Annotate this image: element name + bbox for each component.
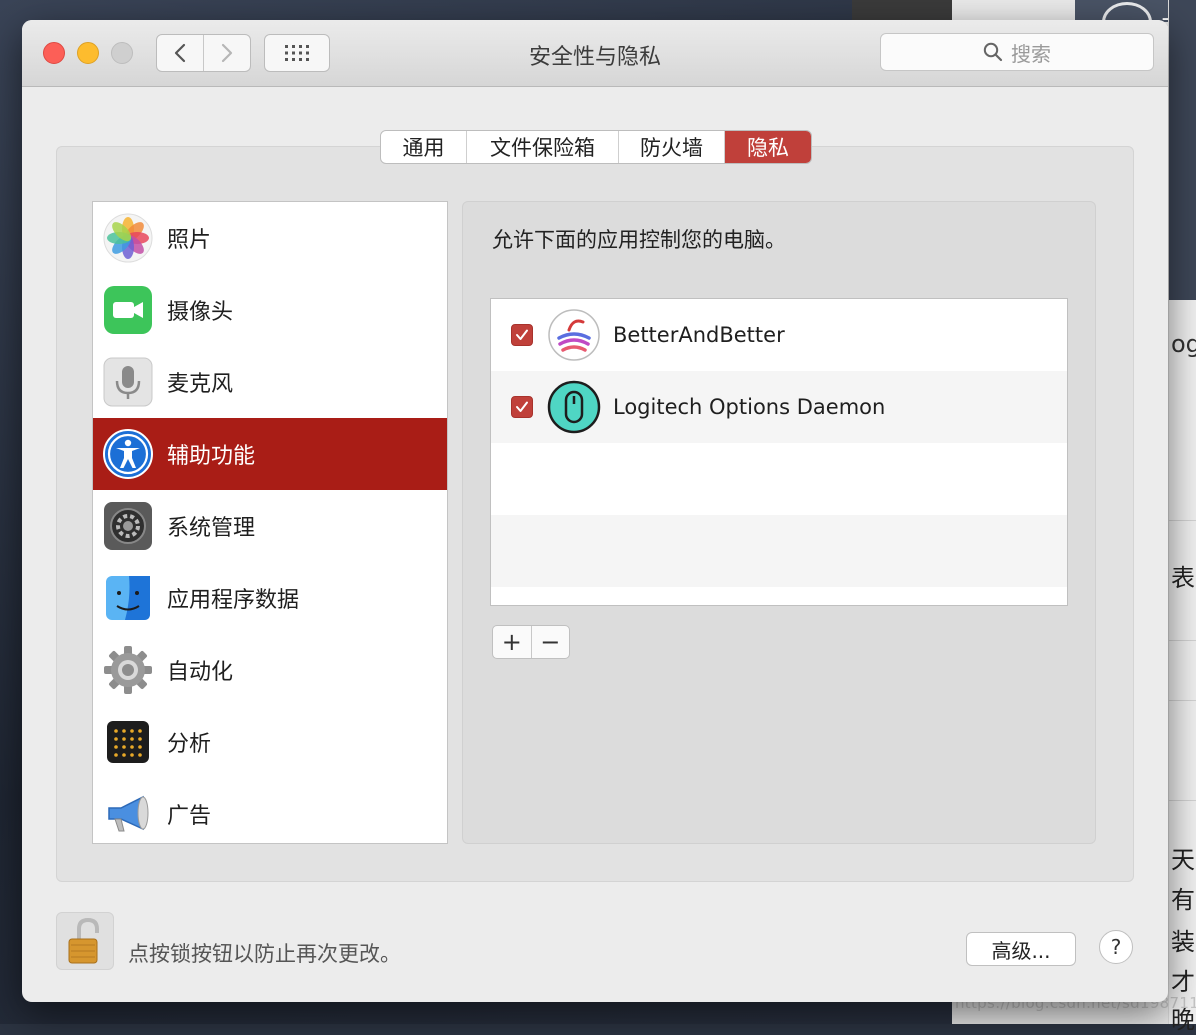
add-app-button[interactable]: + (493, 626, 531, 658)
tab-firewall[interactable]: 防火墙 (619, 131, 725, 163)
sidebar-item-label: 摄像头 (167, 300, 234, 325)
unlocked-padlock-icon (68, 917, 99, 964)
sidebar-item-label: 自动化 (167, 660, 234, 685)
app-checkbox[interactable] (511, 324, 533, 346)
megaphone-icon (103, 789, 153, 839)
sidebar-item-app-data[interactable]: 应用程序数据 (93, 562, 447, 634)
pane-description: 允许下面的应用控制您的电脑。 (492, 228, 786, 252)
app-checkbox[interactable] (511, 396, 533, 418)
background-text-fragment: 表 (1171, 564, 1195, 592)
checkmark-icon (516, 401, 528, 412)
tab-privacy[interactable]: 隐私 (725, 131, 811, 163)
help-button[interactable]: ? (1099, 930, 1133, 964)
sidebar-item-automation[interactable]: 自动化 (93, 634, 447, 706)
camera-icon (103, 285, 153, 335)
app-row-logitech-options-daemon[interactable]: Logitech Options Daemon (491, 371, 1067, 443)
sidebar-item-label: 广告 (167, 804, 212, 829)
remove-app-button[interactable]: − (530, 626, 570, 658)
background-page-strip: ogl 表 天 有 装 才 晚 (1168, 0, 1196, 1034)
empty-row (491, 443, 1067, 515)
security-privacy-window: 安全性与隐私 搜索 通用 文件保险箱 防火墙 隐私 照片 摄像头 麦克风 辅助功… (22, 20, 1168, 1002)
sidebar-item-label: 系统管理 (167, 516, 256, 541)
background-text-fragment: 有 (1171, 886, 1195, 914)
background-text-fragment: 才 (1171, 968, 1195, 996)
sidebar-item-label: 麦克风 (167, 372, 234, 397)
background-text-fragment: 装 (1171, 928, 1195, 956)
privacy-category-list: 照片 摄像头 麦克风 辅助功能 系统管理 应用程序数据 自动化 分析 广告 (92, 201, 448, 844)
tab-bar: 通用 文件保险箱 防火墙 隐私 (380, 130, 812, 164)
app-name: Logitech Options Daemon (613, 395, 886, 419)
sidebar-item-analytics[interactable]: 分析 (93, 706, 447, 778)
advanced-button[interactable]: 高级... (966, 932, 1076, 966)
accessibility-icon (103, 429, 153, 479)
sidebar-item-label: 分析 (167, 732, 212, 757)
sidebar-item-microphone[interactable]: 麦克风 (93, 346, 447, 418)
lock-button[interactable] (56, 912, 114, 970)
lock-hint-text: 点按锁按钮以防止再次更改。 (128, 942, 401, 966)
sidebar-item-camera[interactable]: 摄像头 (93, 274, 447, 346)
system-admin-icon (103, 501, 153, 551)
sidebar-item-label: 照片 (167, 228, 212, 253)
app-row-betterandbetter[interactable]: BetterAndBetter (491, 299, 1067, 371)
search-input[interactable]: 搜索 (880, 33, 1154, 71)
app-list: BetterAndBetter Logitech Options Daemon (490, 298, 1068, 606)
background-window-fragment (852, 0, 952, 22)
app-name: BetterAndBetter (613, 323, 785, 347)
add-remove-control: + − (492, 625, 570, 659)
background-text-fragment: 天 (1171, 846, 1195, 874)
empty-row (491, 515, 1067, 587)
betterandbetter-app-icon (547, 308, 601, 362)
sidebar-item-label: 辅助功能 (167, 444, 256, 469)
sidebar-item-label: 应用程序数据 (167, 588, 300, 613)
microphone-icon (103, 357, 153, 407)
photos-icon (103, 213, 153, 263)
tab-general[interactable]: 通用 (381, 131, 467, 163)
sidebar-item-photos[interactable]: 照片 (93, 202, 447, 274)
gear-icon (103, 645, 153, 695)
checkmark-icon (516, 329, 528, 340)
tab-filevault[interactable]: 文件保险箱 (467, 131, 619, 163)
sidebar-item-accessibility[interactable]: 辅助功能 (93, 418, 447, 490)
search-icon (983, 42, 1003, 62)
sidebar-item-system-admin[interactable]: 系统管理 (93, 490, 447, 562)
analytics-icon (103, 717, 153, 767)
finder-icon (103, 573, 153, 623)
title-bar: 安全性与隐私 搜索 (22, 20, 1168, 87)
sidebar-item-advertising[interactable]: 广告 (93, 778, 447, 850)
background-text-fragment: ogl (1171, 330, 1196, 358)
search-placeholder: 搜索 (1011, 41, 1051, 66)
logitech-app-icon (547, 380, 601, 434)
